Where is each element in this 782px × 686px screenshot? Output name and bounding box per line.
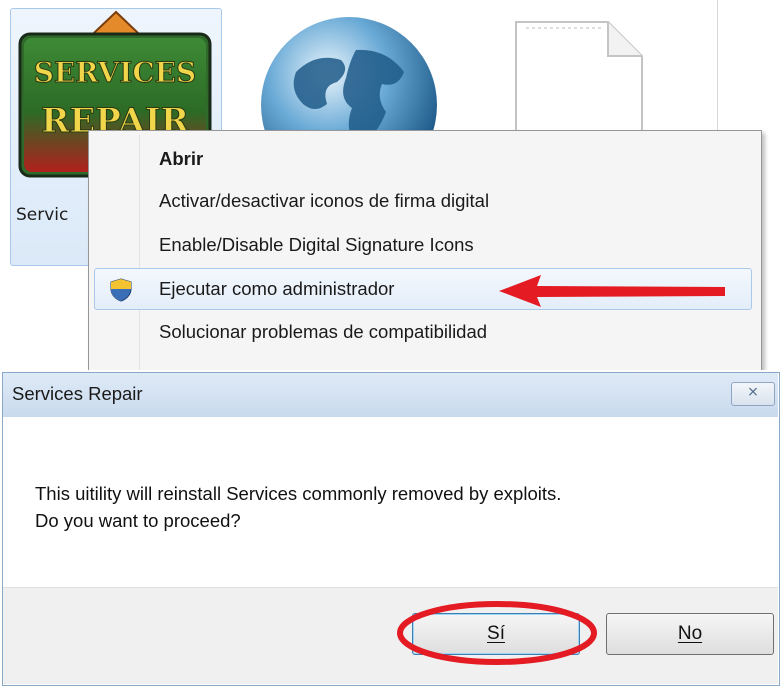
explorer-view: SERVICES REPAIR Servic Abrir Activar/des… — [0, 0, 782, 370]
menu-item-label: Solucionar problemas de compatibilidad — [159, 321, 488, 342]
dialog-body: This uitility will reinstall Services co… — [3, 417, 778, 587]
menu-item-abrir[interactable]: Abrir — [89, 139, 761, 181]
menu-item-toggle-signature-icons-es[interactable]: Activar/desactivar iconos de firma digit… — [89, 181, 761, 223]
menu-item-troubleshoot-compatibility[interactable]: Solucionar problemas de compatibilidad — [89, 312, 761, 354]
no-button[interactable]: No — [606, 613, 774, 655]
menu-item-label: Abrir — [159, 148, 204, 169]
close-button[interactable]: ⨯ — [731, 382, 775, 406]
dialog-title: Services Repair — [12, 383, 143, 404]
menu-item-label: Enable/Disable Digital Signature Icons — [159, 234, 474, 255]
dialog-message-line-2: Do you want to proceed? — [35, 510, 241, 531]
app-icon-text-1: SERVICES — [34, 56, 197, 89]
menu-item-toggle-signature-icons-en[interactable]: Enable/Disable Digital Signature Icons — [89, 225, 761, 267]
confirmation-dialog: Services Repair ⨯ This uitility will rei… — [0, 372, 782, 686]
context-menu: Abrir Activar/desactivar iconos de firma… — [88, 130, 762, 370]
menu-item-label: Ejecutar como administrador — [159, 278, 395, 299]
red-ellipse-annotation — [397, 601, 597, 665]
file-icon-label: Servic — [16, 205, 69, 225]
dialog-button-bar: Sí No — [3, 587, 778, 684]
close-icon: ⨯ — [747, 384, 759, 400]
no-button-label: No — [677, 623, 703, 644]
menu-item-label: Activar/desactivar iconos de firma digit… — [159, 190, 490, 211]
dialog-message-line-1: This uitility will reinstall Services co… — [35, 483, 562, 504]
uac-shield-icon — [110, 278, 132, 302]
dialog-title-bar[interactable]: Services Repair ⨯ — [3, 373, 778, 417]
red-arrow-annotation — [499, 275, 725, 307]
